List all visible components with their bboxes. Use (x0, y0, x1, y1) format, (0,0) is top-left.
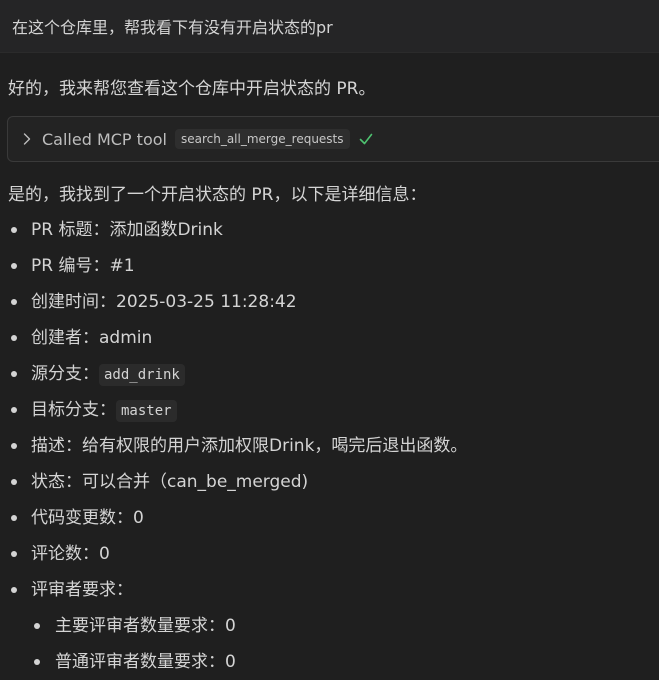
bullet (11, 227, 17, 233)
list-item-code-changes: 代码变更数：0 (0, 500, 659, 536)
detail-value: 0 (225, 652, 236, 672)
detail-label: 评审者要求： (31, 580, 133, 600)
bullet (11, 587, 17, 593)
list-item-pr-title: PR 标题：添加函数Drink (0, 212, 659, 248)
detail-value: 给有权限的用户添加权限Drink，喝完后退出函数。 (82, 436, 468, 456)
bullet (11, 443, 17, 449)
source-branch-code: add_drink (99, 364, 185, 386)
user-message-text: 在这个仓库里，帮我看下有没有开启状态的pr (12, 18, 333, 37)
detail-value: #1 (109, 256, 135, 276)
detail-value: 添加函数Drink (109, 220, 223, 240)
chevron-right-icon[interactable] (20, 132, 34, 146)
bullet (11, 551, 17, 557)
list-item-pr-number: PR 编号：#1 (0, 248, 659, 284)
detail-value: 可以合并（can_be_merged) (82, 472, 309, 492)
detail-label: 代码变更数： (31, 508, 133, 528)
detail-label: PR 编号： (31, 256, 110, 276)
list-item-regular-reviewers: 普通评审者数量要求：0 (0, 644, 659, 680)
tool-name-badge: search_all_merge_requests (174, 129, 350, 149)
check-icon (359, 133, 372, 145)
target-branch-code: master (116, 400, 177, 422)
detail-label: 创建者： (31, 328, 99, 348)
chat-panel: 在这个仓库里，帮我看下有没有开启状态的pr 好的，我来帮您查看这个仓库中开启状态… (0, 0, 659, 680)
bullet (11, 371, 17, 377)
list-item-created-time: 创建时间：2025-03-25 11:28:42 (0, 284, 659, 320)
detail-value: admin (99, 328, 153, 348)
list-item-creator: 创建者：admin (0, 320, 659, 356)
tool-call-label: Called MCP tool (42, 129, 167, 149)
bullet (11, 263, 17, 269)
detail-label: 创建时间： (31, 292, 116, 312)
bullet (11, 335, 17, 341)
detail-label: PR 标题： (31, 220, 110, 240)
bullet (11, 407, 17, 413)
detail-label: 普通评审者数量要求： (55, 652, 225, 672)
detail-label: 源分支： (31, 364, 99, 384)
list-item-source-branch: 源分支： add_drink (0, 356, 659, 392)
detail-label: 目标分支： (31, 400, 116, 420)
assistant-intro: 好的，我来帮您查看这个仓库中开启状态的 PR。 (8, 79, 376, 99)
assistant-summary: 是的，我找到了一个开启状态的 PR，以下是详细信息： (8, 185, 427, 205)
bullet (34, 659, 40, 665)
detail-label: 评论数： (31, 544, 99, 564)
detail-value: 0 (99, 544, 110, 564)
list-item-reviewer-requirements: 评审者要求： (0, 572, 659, 608)
bullet (11, 479, 17, 485)
bullet (11, 299, 17, 305)
user-message: 在这个仓库里，帮我看下有没有开启状态的pr (0, 0, 659, 53)
detail-label: 描述： (31, 436, 82, 456)
detail-value: 0 (225, 616, 236, 636)
list-item-status: 状态：可以合并（can_be_merged) (0, 464, 659, 500)
detail-label: 主要评审者数量要求： (55, 616, 225, 636)
bullet (11, 515, 17, 521)
detail-label: 状态： (31, 472, 82, 492)
bullet (34, 623, 40, 629)
tool-call-card[interactable]: Called MCP tool search_all_merge_request… (7, 116, 659, 162)
pr-details-list: PR 标题：添加函数Drink PR 编号：#1 创建时间：2025-03-25… (0, 212, 659, 680)
list-item-description: 描述：给有权限的用户添加权限Drink，喝完后退出函数。 (0, 428, 659, 464)
detail-value: 2025-03-25 11:28:42 (116, 292, 297, 312)
list-item-target-branch: 目标分支： master (0, 392, 659, 428)
list-item-comments: 评论数：0 (0, 536, 659, 572)
list-item-primary-reviewers: 主要评审者数量要求：0 (0, 608, 659, 644)
detail-value: 0 (133, 508, 144, 528)
